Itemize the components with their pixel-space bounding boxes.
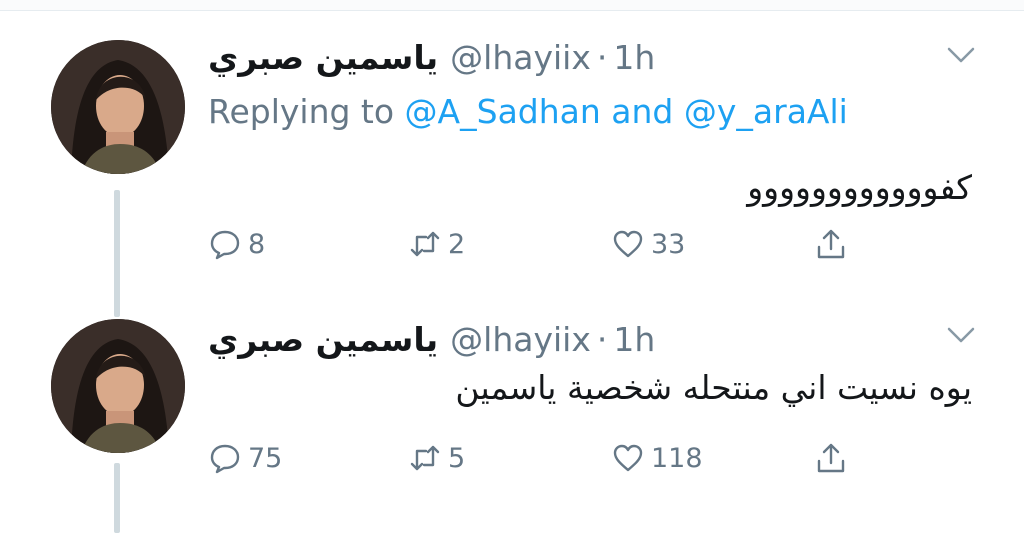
retweet-count: 2: [448, 228, 466, 260]
separator-dot: ·: [596, 37, 608, 77]
heart-icon: [613, 444, 643, 472]
tweet-actions: 8 2 33: [208, 224, 868, 264]
display-name[interactable]: ياسمين صبري: [208, 320, 438, 359]
reply-button[interactable]: 75: [208, 438, 282, 478]
like-count: 118: [651, 442, 703, 474]
retweet-count: 5: [448, 442, 466, 474]
replying-and[interactable]: and: [611, 92, 673, 131]
like-button[interactable]: 33: [611, 224, 685, 264]
tweet[interactable]: ياسمين صبري @lhayiix · 1h يوه نسيت اني م…: [0, 300, 1024, 533]
heart-icon: [613, 230, 643, 258]
timestamp[interactable]: 1h: [613, 320, 655, 359]
speech-bubble-icon: [210, 444, 240, 474]
tweet-header: ياسمين صبري @lhayiix · 1h: [208, 314, 655, 364]
replying-to: Replying to @A_Sadhan and @y_araAli: [208, 92, 848, 131]
mention-link[interactable]: @y_araAli: [684, 92, 848, 131]
share-button[interactable]: [814, 438, 854, 478]
timestamp[interactable]: 1h: [613, 38, 655, 77]
retweet-arrows-icon: [410, 445, 440, 471]
retweet-arrows-icon: [410, 231, 440, 257]
like-button[interactable]: 118: [611, 438, 703, 478]
thread-line: [114, 463, 120, 533]
mention-link[interactable]: @A_Sadhan: [405, 92, 601, 131]
separator-dot: ·: [596, 319, 608, 359]
tweet-text: يوه نسيت اني منتحله شخصية ياسمين: [455, 368, 972, 407]
reply-count: 75: [248, 442, 283, 474]
share-upload-icon: [817, 443, 845, 473]
tweet-header: ياسمين صبري @lhayiix · 1h: [208, 32, 655, 82]
avatar-image: [51, 319, 185, 453]
reply-count: 8: [248, 228, 266, 260]
share-upload-icon: [817, 229, 845, 259]
retweet-button[interactable]: 5: [408, 438, 465, 478]
tweet-actions: 75 5 118: [208, 438, 868, 478]
avatar[interactable]: [51, 40, 185, 174]
user-handle[interactable]: @lhayiix: [450, 320, 591, 359]
tweet[interactable]: ياسمين صبري @lhayiix · 1h Replying to @A…: [0, 10, 1024, 317]
display-name[interactable]: ياسمين صبري: [208, 38, 438, 77]
replying-prefix: Replying to: [208, 92, 395, 131]
like-count: 33: [651, 228, 686, 260]
share-button[interactable]: [814, 224, 854, 264]
avatar-image: [51, 40, 185, 174]
reply-button[interactable]: 8: [208, 224, 265, 264]
speech-bubble-icon: [210, 230, 240, 260]
chevron-down-icon[interactable]: [946, 326, 976, 344]
user-handle[interactable]: @lhayiix: [450, 38, 591, 77]
thread-line: [114, 190, 120, 317]
tweet-text: كفوووووووووووو: [747, 168, 972, 207]
retweet-button[interactable]: 2: [408, 224, 465, 264]
avatar[interactable]: [51, 319, 185, 453]
chevron-down-icon[interactable]: [946, 46, 976, 64]
